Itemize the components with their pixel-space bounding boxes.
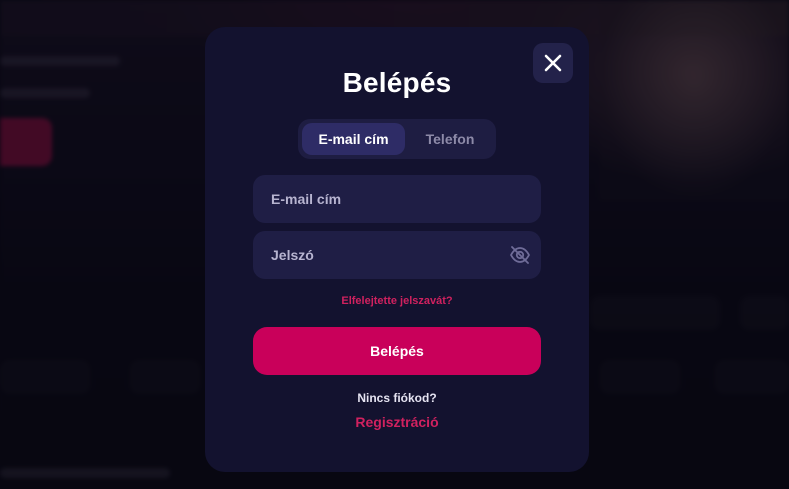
eye-off-icon[interactable] <box>509 245 531 265</box>
email-field-container <box>253 175 541 223</box>
tab-phone[interactable]: Telefon <box>408 123 492 155</box>
tab-email[interactable]: E-mail cím <box>302 123 405 155</box>
password-field-container <box>253 231 541 279</box>
modal-title: Belépés <box>342 67 452 98</box>
login-modal: Belépés E-mail cím Telefon Elfelejtette … <box>205 27 589 472</box>
login-method-tabs: E-mail cím Telefon <box>298 119 496 159</box>
forgot-password-link[interactable]: Elfelejtette jelszavát? <box>205 295 589 307</box>
email-input[interactable] <box>269 190 525 208</box>
password-input[interactable] <box>269 246 525 264</box>
login-button[interactable]: Belépés <box>253 327 541 375</box>
no-account-text: Nincs fiókod? <box>357 391 437 405</box>
register-link[interactable]: Regisztráció <box>205 414 589 430</box>
